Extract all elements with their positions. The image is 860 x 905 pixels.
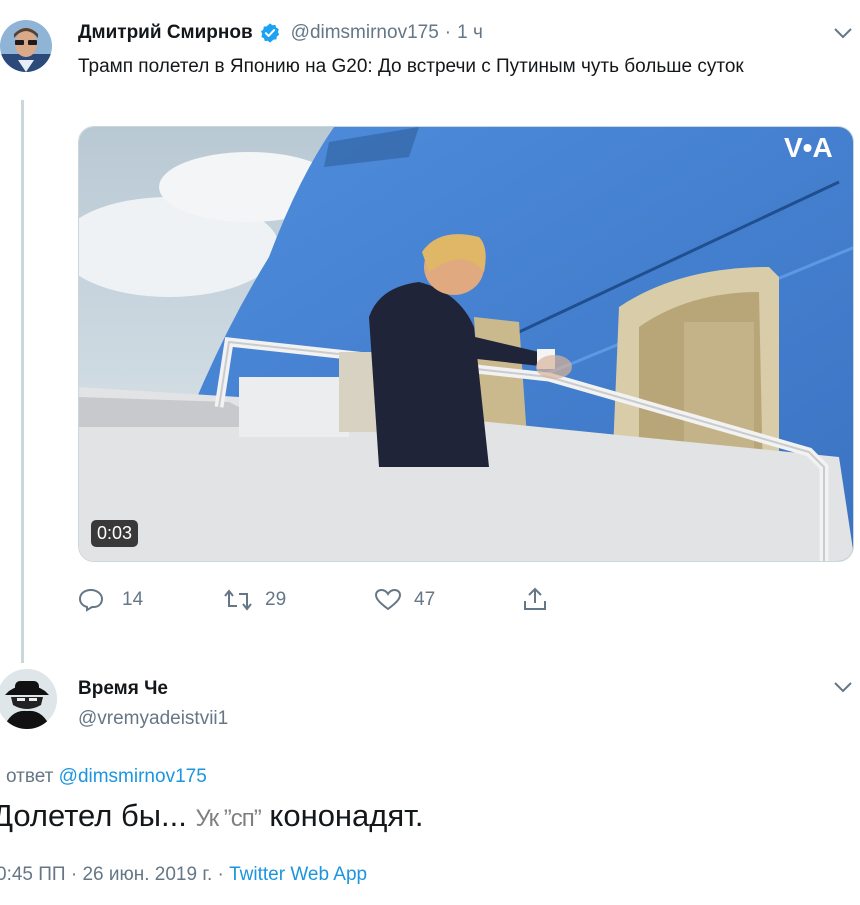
verified-badge-icon xyxy=(260,23,279,43)
reply-context: ответ @dimsmirnov175 xyxy=(6,766,207,788)
like-button[interactable]: 47 xyxy=(374,588,435,612)
voa-watermark: V•A xyxy=(784,132,833,163)
reply-author-name[interactable]: Время Че xyxy=(78,678,168,700)
heart-icon xyxy=(374,588,402,611)
author-avatar[interactable] xyxy=(0,20,52,72)
reply-text-obscured: Ук ”сп” xyxy=(195,805,261,832)
retweet-icon xyxy=(224,589,252,611)
retweet-button[interactable]: 29 xyxy=(223,588,286,612)
reply-text-start: Долетел бы... xyxy=(0,798,187,833)
video-duration-badge: 0:03 xyxy=(91,520,139,547)
reply-meta: 0:45 ПП · 26 июн. 2019 г. · Twitter Web … xyxy=(0,864,367,886)
reply-author-handle[interactable]: @vremyadeistvii1 xyxy=(78,708,228,730)
reply-prefix: ответ xyxy=(6,766,54,787)
tweet1-text: Трамп полетел в Японию на G20: До встреч… xyxy=(78,56,744,77)
tweet-time[interactable]: 1 ч xyxy=(457,22,483,44)
avatar-photo xyxy=(0,20,52,72)
reply-icon xyxy=(78,588,104,612)
tweet1-header: Дмитрий Смирнов @dimsmirnov175 · 1 ч xyxy=(78,22,483,44)
like-count: 47 xyxy=(414,589,436,610)
tweet-video[interactable]: V•A 0:03 xyxy=(78,126,854,562)
reply-text: Долетел бы... Ук ”сп” кононадят. xyxy=(0,798,424,834)
reply-timestamp[interactable]: 0:45 ПП · 26 июн. 2019 г. · xyxy=(0,864,224,885)
header-separator: · xyxy=(444,22,452,43)
reply-count: 14 xyxy=(122,589,144,610)
author-name[interactable]: Дмитрий Смирнов xyxy=(78,22,253,44)
retweet-count: 29 xyxy=(265,589,287,610)
thread-line xyxy=(21,100,24,663)
tweet-menu-chevron-icon[interactable] xyxy=(833,26,853,45)
share-button[interactable] xyxy=(522,586,548,617)
reply-menu-chevron-icon[interactable] xyxy=(833,680,853,699)
spy-avatar-icon xyxy=(0,669,57,729)
source-link[interactable]: Twitter Web App xyxy=(229,864,367,885)
share-icon xyxy=(524,587,546,610)
video-thumbnail: V•A xyxy=(79,127,853,561)
author-handle[interactable]: @dimsmirnov175 xyxy=(291,22,439,44)
reply-author-avatar[interactable] xyxy=(0,666,60,732)
reply-button[interactable]: 14 xyxy=(78,588,143,612)
reply-text-end: кононадят. xyxy=(269,798,424,833)
reply-to-link[interactable]: @dimsmirnov175 xyxy=(59,766,207,787)
